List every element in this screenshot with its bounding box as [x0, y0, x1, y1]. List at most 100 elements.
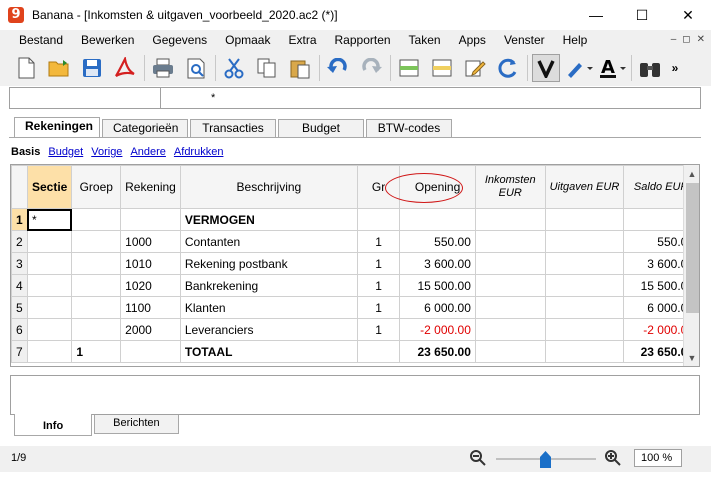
cut-icon[interactable] [220, 54, 248, 82]
cell-gr[interactable] [356, 340, 401, 363]
new-file-icon[interactable] [12, 54, 40, 82]
cell-opening[interactable] [399, 208, 476, 231]
view-basis[interactable]: Basis [11, 146, 40, 158]
cell-sectie[interactable] [26, 296, 73, 319]
menu-help[interactable]: Help [554, 30, 597, 50]
more-icon[interactable]: » [669, 54, 681, 82]
tab-categorieen[interactable]: Categorieën [102, 119, 188, 137]
cell-uitgaven[interactable] [544, 318, 625, 341]
row-number[interactable]: 7 [11, 340, 28, 363]
cell-rekening[interactable]: 1100 [120, 296, 181, 319]
tab-berichten[interactable]: Berichten [94, 415, 179, 434]
cell-rekening[interactable]: 1010 [120, 252, 181, 275]
cell-gr[interactable]: 1 [356, 318, 401, 341]
cell-inkomsten[interactable] [474, 208, 546, 231]
cell-beschrijving[interactable]: Leveranciers [179, 318, 358, 341]
cell-opening[interactable]: 550.00 [399, 230, 476, 253]
open-folder-icon[interactable] [45, 54, 73, 82]
cell-inkomsten[interactable] [474, 340, 546, 363]
tab-btw-codes[interactable]: BTW-codes [366, 119, 452, 137]
column-header-uitgaven[interactable]: Uitgaven EUR [544, 165, 625, 209]
save-icon[interactable] [78, 54, 106, 82]
cell-gr[interactable]: 1 [356, 252, 401, 275]
close-button[interactable]: ✕ [665, 0, 711, 30]
tab-transacties[interactable]: Transacties [190, 119, 276, 137]
menu-opmaak[interactable]: Opmaak [216, 30, 279, 50]
cell-inkomsten[interactable] [474, 318, 546, 341]
cell-gr[interactable]: 1 [356, 296, 401, 319]
cell-name-field[interactable] [10, 88, 161, 108]
cell-gr[interactable]: 1 [356, 230, 401, 253]
row-number[interactable]: 4 [11, 274, 28, 297]
cell-beschrijving[interactable]: Contanten [179, 230, 358, 253]
cell-groep[interactable] [71, 252, 122, 275]
row-number[interactable]: 3 [11, 252, 28, 275]
cell-opening[interactable]: -2 000.00 [399, 318, 476, 341]
cell-groep[interactable]: 1 [71, 340, 122, 363]
cell-sectie[interactable] [26, 318, 73, 341]
cell-rekening[interactable] [120, 208, 181, 231]
redo-icon[interactable] [357, 54, 385, 82]
print-preview-icon[interactable] [182, 54, 210, 82]
edit-icon[interactable] [461, 54, 489, 82]
row-number[interactable]: 2 [11, 230, 28, 253]
cell-sectie[interactable] [26, 230, 73, 253]
tab-info[interactable]: Info [14, 414, 93, 436]
cell-groep[interactable] [71, 230, 122, 253]
zoom-out-icon[interactable] [469, 449, 487, 470]
delete-row-icon[interactable] [428, 54, 456, 82]
view-budget-link[interactable]: Budget [48, 146, 83, 158]
zoom-in-icon[interactable] [604, 449, 622, 470]
scroll-up-icon[interactable]: ▲ [684, 165, 699, 182]
cell-beschrijving[interactable]: Rekening postbank [179, 252, 358, 275]
row-number[interactable]: 1 [11, 208, 28, 231]
cell-opening[interactable]: 3 600.00 [399, 252, 476, 275]
cell-rekening[interactable]: 1020 [120, 274, 181, 297]
cell-beschrijving[interactable]: Bankrekening [179, 274, 358, 297]
view-andere-link[interactable]: Andere [130, 146, 165, 158]
menu-taken[interactable]: Taken [400, 30, 450, 50]
cell-opening[interactable]: 6 000.00 [399, 296, 476, 319]
cell-groep[interactable] [71, 296, 122, 319]
cell-uitgaven[interactable] [544, 296, 625, 319]
view-afdrukken-link[interactable]: Afdrukken [174, 146, 224, 158]
cell-beschrijving[interactable]: TOTAAL [179, 340, 358, 363]
column-header-gr[interactable]: Gr [356, 165, 401, 209]
cell-value-field[interactable]: * [161, 88, 215, 108]
column-header-rekening[interactable]: Rekening [120, 165, 181, 209]
view-vorige-link[interactable]: Vorige [91, 146, 122, 158]
cell-opening[interactable]: 15 500.00 [399, 274, 476, 297]
mdi-minimize-icon[interactable]: – [671, 34, 677, 45]
menu-extra[interactable]: Extra [279, 30, 325, 50]
column-header-beschrijving[interactable]: Beschrijving [179, 165, 358, 209]
zoom-level[interactable]: 100 % [634, 449, 682, 467]
mdi-close-icon[interactable]: ✕ [697, 34, 705, 45]
maximize-button[interactable]: ☐ [619, 0, 665, 30]
cell-rekening[interactable] [120, 340, 181, 363]
cell-groep[interactable] [71, 318, 122, 341]
scroll-down-icon[interactable]: ▼ [684, 349, 699, 366]
scrollbar-thumb[interactable] [686, 183, 699, 313]
tab-rekeningen[interactable]: Rekeningen [14, 117, 100, 138]
column-header-sectie[interactable]: Sectie [26, 165, 73, 209]
cell-uitgaven[interactable] [544, 274, 625, 297]
paste-icon[interactable] [286, 54, 314, 82]
column-header-groep[interactable]: Groep [71, 165, 122, 209]
row-number[interactable]: 6 [11, 318, 28, 341]
print-icon[interactable] [149, 54, 177, 82]
zoom-slider-thumb[interactable] [540, 451, 551, 468]
cell-sectie[interactable] [26, 340, 73, 363]
cell-inkomsten[interactable] [474, 296, 546, 319]
cell-groep[interactable] [71, 274, 122, 297]
background-color-icon[interactable]: A [598, 54, 626, 82]
cell-inkomsten[interactable] [474, 230, 546, 253]
find-icon[interactable] [636, 54, 664, 82]
cell-sectie[interactable] [26, 274, 73, 297]
cell-groep[interactable] [71, 208, 122, 231]
cell-gr[interactable] [356, 208, 401, 231]
tab-budget[interactable]: Budget [278, 119, 364, 137]
cell-gr[interactable]: 1 [356, 274, 401, 297]
menu-venster[interactable]: Venster [495, 30, 554, 50]
cell-uitgaven[interactable] [544, 252, 625, 275]
menu-rapporten[interactable]: Rapporten [326, 30, 400, 50]
